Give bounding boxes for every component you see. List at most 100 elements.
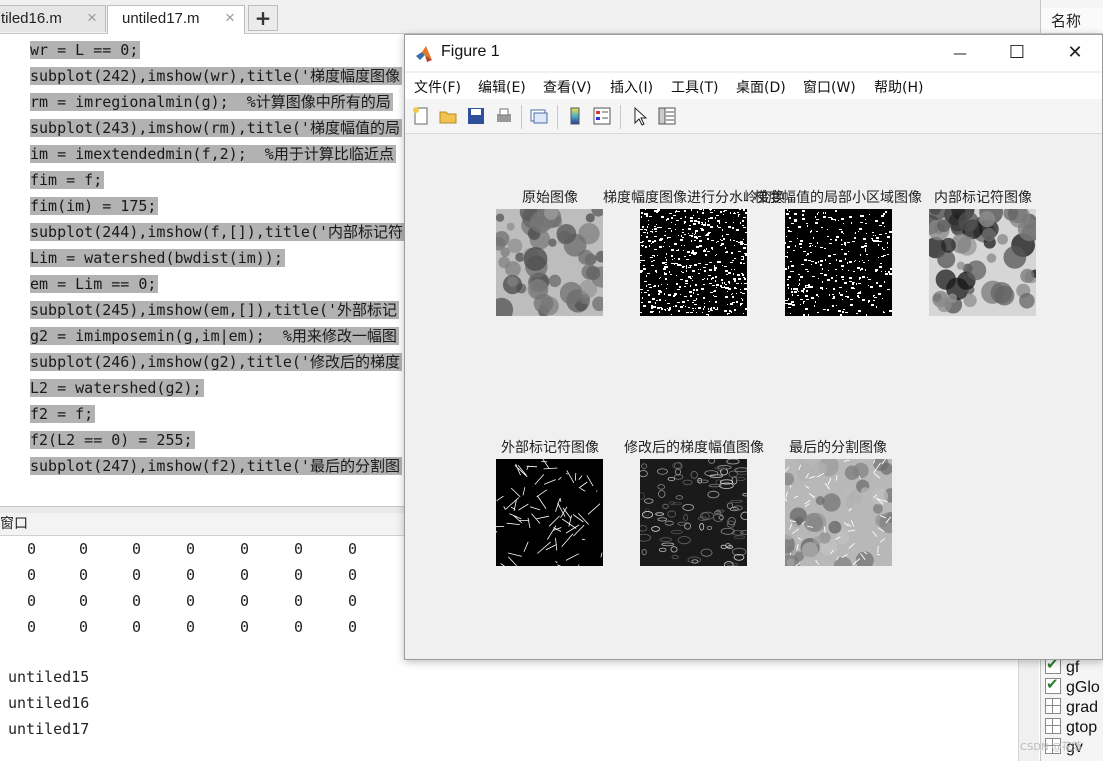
matrix-cell: 0 xyxy=(294,592,304,610)
workspace-var-name: gGlo xyxy=(1066,679,1100,696)
matrix-cell: 0 xyxy=(27,592,37,610)
close-button[interactable]: ✕ xyxy=(1046,35,1103,71)
code-line[interactable]: L2 = watershed(g2); xyxy=(30,376,204,400)
matrix-cell: 0 xyxy=(294,566,304,584)
code-line[interactable]: f2 = f; xyxy=(30,402,96,426)
subplot-title: 原始图像 xyxy=(522,190,578,206)
code-line[interactable]: f2(L2 == 0) = 255; xyxy=(30,428,195,452)
menu-item[interactable]: 查看(V) xyxy=(543,77,592,97)
menu-item[interactable]: 文件(F) xyxy=(414,77,461,97)
matrix-cell: 0 xyxy=(348,540,358,558)
close-icon[interactable]: × xyxy=(87,8,97,28)
matrix-cell: 0 xyxy=(348,618,358,636)
subplot-image[interactable] xyxy=(640,459,747,566)
legend-icon[interactable] xyxy=(592,106,612,126)
code-text: subplot(247),imshow(f2),title('最后的分割图 xyxy=(30,457,402,475)
print-icon[interactable] xyxy=(494,106,514,126)
menu-item[interactable]: 帮助(H) xyxy=(874,77,923,97)
workspace-var-row[interactable]: grad xyxy=(1045,698,1103,718)
check-icon xyxy=(1045,658,1061,675)
matrix-cell: 0 xyxy=(132,540,142,558)
link-axes-icon[interactable] xyxy=(529,106,549,126)
subplot-title: 修改后的梯度幅值图像 xyxy=(624,440,764,456)
menu-item[interactable]: 插入(I) xyxy=(610,77,653,97)
subplot-image[interactable] xyxy=(640,209,747,316)
subplot-title: 最后的分割图像 xyxy=(789,440,887,456)
matrix-cell: 0 xyxy=(27,540,37,558)
new-figure-icon[interactable] xyxy=(411,106,431,126)
matrix-cell: 0 xyxy=(79,540,89,558)
code-line[interactable]: subplot(247),imshow(f2),title('最后的分割图 xyxy=(30,454,402,478)
workspace-var-name: gtop xyxy=(1066,719,1098,736)
close-icon[interactable]: × xyxy=(225,8,235,28)
minimize-button[interactable]: — xyxy=(931,35,989,71)
menu-item[interactable]: 桌面(D) xyxy=(736,77,786,97)
code-line[interactable]: subplot(244),imshow(f,[]),title('内部标记符 xyxy=(30,220,406,244)
matrix-row: 0 0 0 0 0 0 0 xyxy=(0,615,400,641)
new-tab-button[interactable]: + xyxy=(248,5,278,31)
code-line[interactable]: fim = f; xyxy=(30,168,105,192)
menu-item[interactable]: 窗口(W) xyxy=(803,77,856,97)
code-line[interactable]: wr = L == 0; xyxy=(30,38,141,62)
matrix-cell: 0 xyxy=(186,618,196,636)
tab-label: tiled16.m xyxy=(1,10,62,27)
code-line[interactable]: em = Lim == 0; xyxy=(30,272,159,296)
command-window-label: 窗口 xyxy=(0,516,28,532)
code-line[interactable]: rm = imregionalmin(g); %计算图像中所有的局 xyxy=(30,90,393,114)
code-text: fim = f; xyxy=(30,171,105,189)
figure-toolbar xyxy=(405,99,1102,134)
code-text: subplot(243),imshow(rm),title('梯度幅值的局 xyxy=(30,119,402,137)
code-line[interactable]: fim(im) = 175; xyxy=(30,194,159,218)
property-inspector-icon[interactable] xyxy=(657,106,677,126)
workspace-var-row[interactable]: gGlo xyxy=(1045,678,1103,698)
workspace-name-header[interactable]: 名称 xyxy=(1041,8,1103,34)
matrix-cell: 0 xyxy=(79,618,89,636)
open-file-icon[interactable] xyxy=(438,106,458,126)
menu-item[interactable]: 工具(T) xyxy=(671,77,718,97)
code-line[interactable]: subplot(243),imshow(rm),title('梯度幅值的局 xyxy=(30,116,402,140)
workspace-var-row[interactable]: gf xyxy=(1045,658,1103,678)
editor-tab-bar: tiled16.m × untiled17.m × + xyxy=(0,0,1040,34)
toolbar-separator xyxy=(620,105,621,129)
code-text: subplot(244),imshow(f,[]),title('内部标记符 xyxy=(30,223,406,241)
matrix-cell: 0 xyxy=(132,618,142,636)
matrix-cell: 0 xyxy=(240,540,250,558)
subplot-image[interactable] xyxy=(496,209,603,316)
code-line[interactable]: subplot(246),imshow(g2),title('修改后的梯度 xyxy=(30,350,402,374)
tab-untiled17[interactable]: untiled17.m × xyxy=(107,5,245,34)
subplot-image[interactable] xyxy=(496,459,603,566)
code-text: fim(im) = 175; xyxy=(30,197,159,215)
figure-menubar: ↘ 文件(F)编辑(E)查看(V)插入(I)工具(T)桌面(D)窗口(W)帮助(… xyxy=(405,73,1102,131)
code-line[interactable]: subplot(242),imshow(wr),title('梯度幅度图像 xyxy=(30,64,402,88)
code-text: subplot(246),imshow(g2),title('修改后的梯度 xyxy=(30,353,402,371)
colorbar-icon[interactable] xyxy=(565,106,585,126)
code-text: Lim = watershed(bwdist(im)); xyxy=(30,249,285,267)
matrix-cell: 0 xyxy=(186,540,196,558)
code-line[interactable]: im = imextendedmin(f,2); %用于计算比临近点 xyxy=(30,142,396,166)
select-arrow-icon[interactable] xyxy=(630,106,650,126)
history-entry[interactable]: untiled15 xyxy=(8,668,89,686)
maximize-button[interactable]: ☐ xyxy=(988,35,1046,71)
matrix-cell: 0 xyxy=(348,566,358,584)
history-entry[interactable]: untiled16 xyxy=(8,694,89,712)
matrix-row: 0 0 0 0 0 0 0 xyxy=(0,563,400,589)
code-line[interactable]: subplot(245),imshow(em,[]),title('外部标记 xyxy=(30,298,400,322)
subplot-image[interactable] xyxy=(785,209,892,316)
subplot-title: 外部标记符图像 xyxy=(501,440,599,456)
code-line[interactable]: g2 = imimposemin(g,im|em); %用来修改一幅图 xyxy=(30,324,399,348)
code-text: wr = L == 0; xyxy=(30,41,141,59)
menu-item[interactable]: 编辑(E) xyxy=(478,77,526,97)
history-entry[interactable]: untiled17 xyxy=(8,720,89,738)
tab-untiled16[interactable]: tiled16.m × xyxy=(0,5,106,32)
subplot-title: 梯度幅值的局部小区域图像 xyxy=(754,190,922,206)
tab-label: untiled17.m xyxy=(122,10,200,27)
code-text: f2 = f; xyxy=(30,405,96,423)
code-line[interactable]: Lim = watershed(bwdist(im)); xyxy=(30,246,285,270)
figure-titlebar[interactable]: Figure 1 — ☐ ✕ xyxy=(405,35,1102,71)
subplot-image[interactable] xyxy=(785,459,892,566)
save-icon[interactable] xyxy=(466,106,486,126)
subplot-image[interactable] xyxy=(929,209,1036,316)
matrix-row: 0 0 0 0 0 0 0 xyxy=(0,537,400,563)
workspace-var-row[interactable]: gtop xyxy=(1045,718,1103,738)
toolbar-separator xyxy=(557,105,558,129)
